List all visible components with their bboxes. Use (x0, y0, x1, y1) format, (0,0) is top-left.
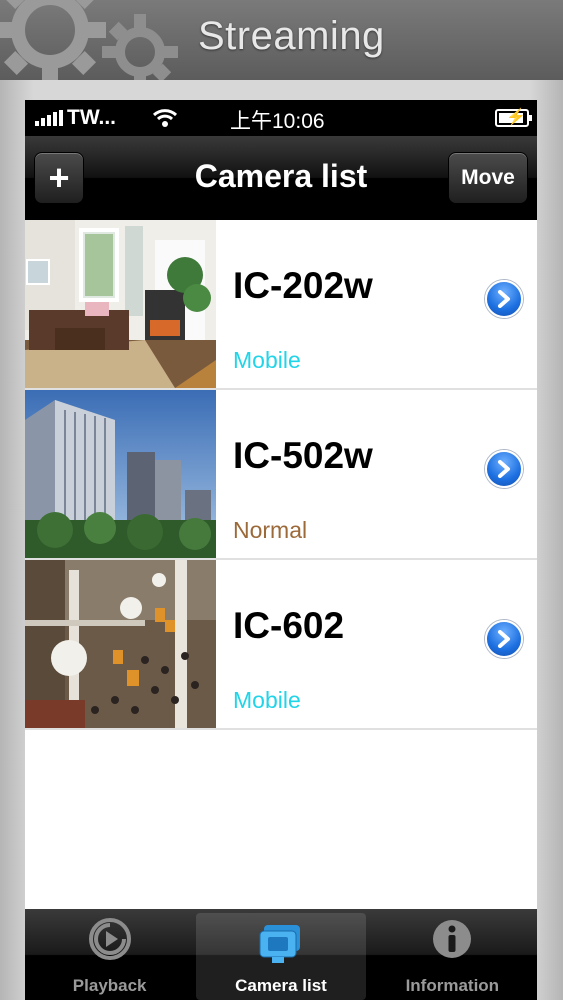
camera-name: IC-202w (233, 265, 373, 306)
tab-playback[interactable]: Playback (25, 909, 194, 1000)
chevron-right-icon (498, 630, 510, 648)
tab-label: Camera list (235, 976, 327, 995)
banner-title: Streaming (198, 14, 385, 58)
phone-screen: TW... 上午10:06 ⚡ + Camera list Move IC-20… (25, 100, 537, 1000)
app-banner: Streaming (0, 0, 563, 80)
tab-label: Playback (72, 976, 147, 995)
tab-information[interactable]: Information (368, 909, 537, 1000)
status-bar: TW... 上午10:06 ⚡ (25, 100, 537, 136)
detail-disclosure-button[interactable] (485, 450, 523, 488)
detail-disclosure-button[interactable] (485, 280, 523, 318)
gear-icon (102, 14, 178, 80)
camera-thumbnail-living-room (25, 220, 216, 388)
camera-info: IC-502w Normal (216, 390, 537, 558)
camera-row[interactable]: IC-602 Mobile (25, 560, 537, 730)
detail-disclosure-button[interactable] (485, 620, 523, 658)
camera-thumbnail-atrium (25, 560, 216, 728)
tab-label: Information (405, 976, 500, 995)
status-time: 上午10:06 (230, 110, 325, 133)
camera-info: IC-202w Mobile (216, 220, 537, 388)
chevron-right-icon (498, 460, 510, 478)
camera-name: IC-502w (233, 435, 373, 476)
move-button[interactable]: Move (448, 152, 528, 204)
camera-row[interactable]: IC-202w Mobile (25, 220, 537, 390)
camera-mode: Mobile (233, 687, 301, 713)
playback-icon (88, 918, 131, 960)
signal-strength-icon (35, 110, 63, 126)
info-icon (433, 920, 472, 958)
tab-camera-list[interactable]: Camera list (196, 913, 366, 1000)
camera-thumbnail-skyscrapers (25, 390, 216, 558)
gear-icon (0, 0, 106, 80)
navigation-bar: + Camera list Move (25, 136, 537, 220)
camera-name: IC-602 (233, 605, 345, 646)
tab-bar: Playback Camera list Information (25, 909, 537, 1000)
camera-mode: Normal (233, 517, 308, 543)
camera-list: IC-202w Mobile IC-502w Normal IC-602 Mob… (25, 220, 537, 730)
wifi-icon (152, 109, 178, 127)
chevron-right-icon (498, 290, 510, 308)
battery-icon: ⚡ (495, 109, 532, 127)
camera-mode: Mobile (233, 347, 301, 373)
camera-list-icon (259, 925, 300, 963)
carrier-name: TW... (67, 106, 116, 129)
camera-row[interactable]: IC-502w Normal (25, 390, 537, 560)
camera-info: IC-602 Mobile (216, 560, 537, 728)
